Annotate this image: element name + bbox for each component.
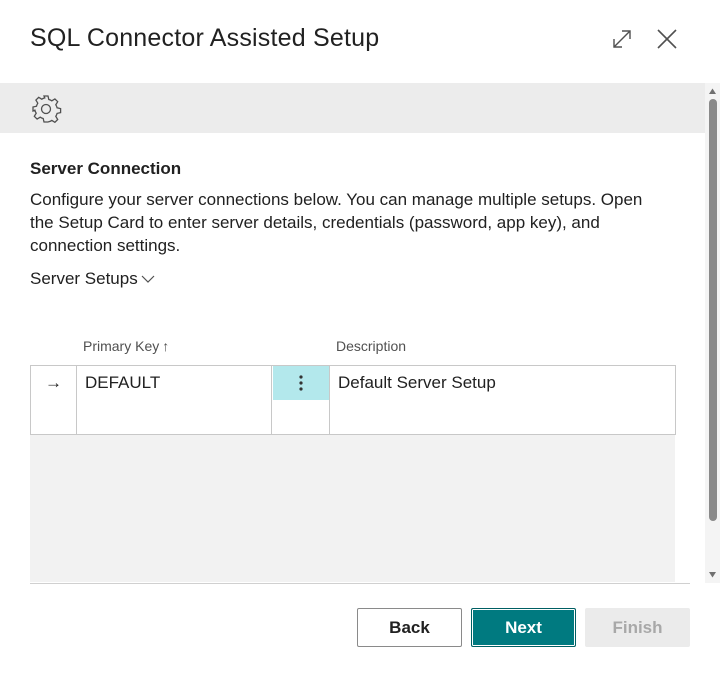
server-setups-part-menu[interactable]: Server Setups [30,269,155,289]
column-header-label: Description [336,338,407,354]
cell-primary-key[interactable]: DEFAULT [77,366,272,400]
sort-ascending-icon: ↑ [162,338,170,354]
row-actions-button[interactable] [273,366,330,400]
column-header-description[interactable]: Description [336,338,406,354]
table-row[interactable] [30,400,676,435]
assisted-setup-dialog: SQL Connector Assisted Setup Server Conn… [0,0,720,678]
chevron-down-icon [141,275,155,283]
cell-primary-key[interactable] [77,400,272,434]
column-header-primary-key[interactable]: Primary Key ↑ [83,338,169,354]
finish-button: Finish [585,608,690,647]
expand-icon [613,30,631,48]
current-row-arrow-icon: → [45,373,62,392]
row-actions-cell[interactable] [273,400,330,434]
close-button[interactable] [652,24,682,54]
banner [0,83,705,133]
scroll-up-arrow-icon[interactable] [708,87,717,96]
content-area: Server Connection Configure your server … [0,133,705,583]
expand-button[interactable] [607,24,637,54]
back-button[interactable]: Back [357,608,462,647]
scrollbar-thumb[interactable] [709,99,717,521]
vertical-scrollbar[interactable] [705,83,720,583]
gear-icon [32,95,62,124]
close-icon [657,29,677,49]
table-row[interactable]: → DEFAULT Default Server Setup [30,365,676,401]
footer-divider [30,583,690,584]
section-title: Server Connection [30,159,182,178]
column-header-label: Primary Key [83,338,160,354]
cell-description[interactable] [330,400,675,434]
row-selector[interactable]: → [31,366,77,400]
part-title: Server Setups [30,269,138,288]
server-setups-grid: Primary Key ↑ Description → DEFAULT Defa… [30,332,676,582]
scroll-down-arrow-icon[interactable] [708,570,717,579]
cell-description[interactable]: Default Server Setup [330,366,675,400]
section-description: Configure your server connections below.… [30,190,643,255]
more-options-icon [299,375,303,391]
grid-header: Primary Key ↑ Description [30,332,675,365]
dialog-title: SQL Connector Assisted Setup [30,24,380,52]
next-button[interactable]: Next [471,608,576,647]
row-selector[interactable] [31,400,77,434]
